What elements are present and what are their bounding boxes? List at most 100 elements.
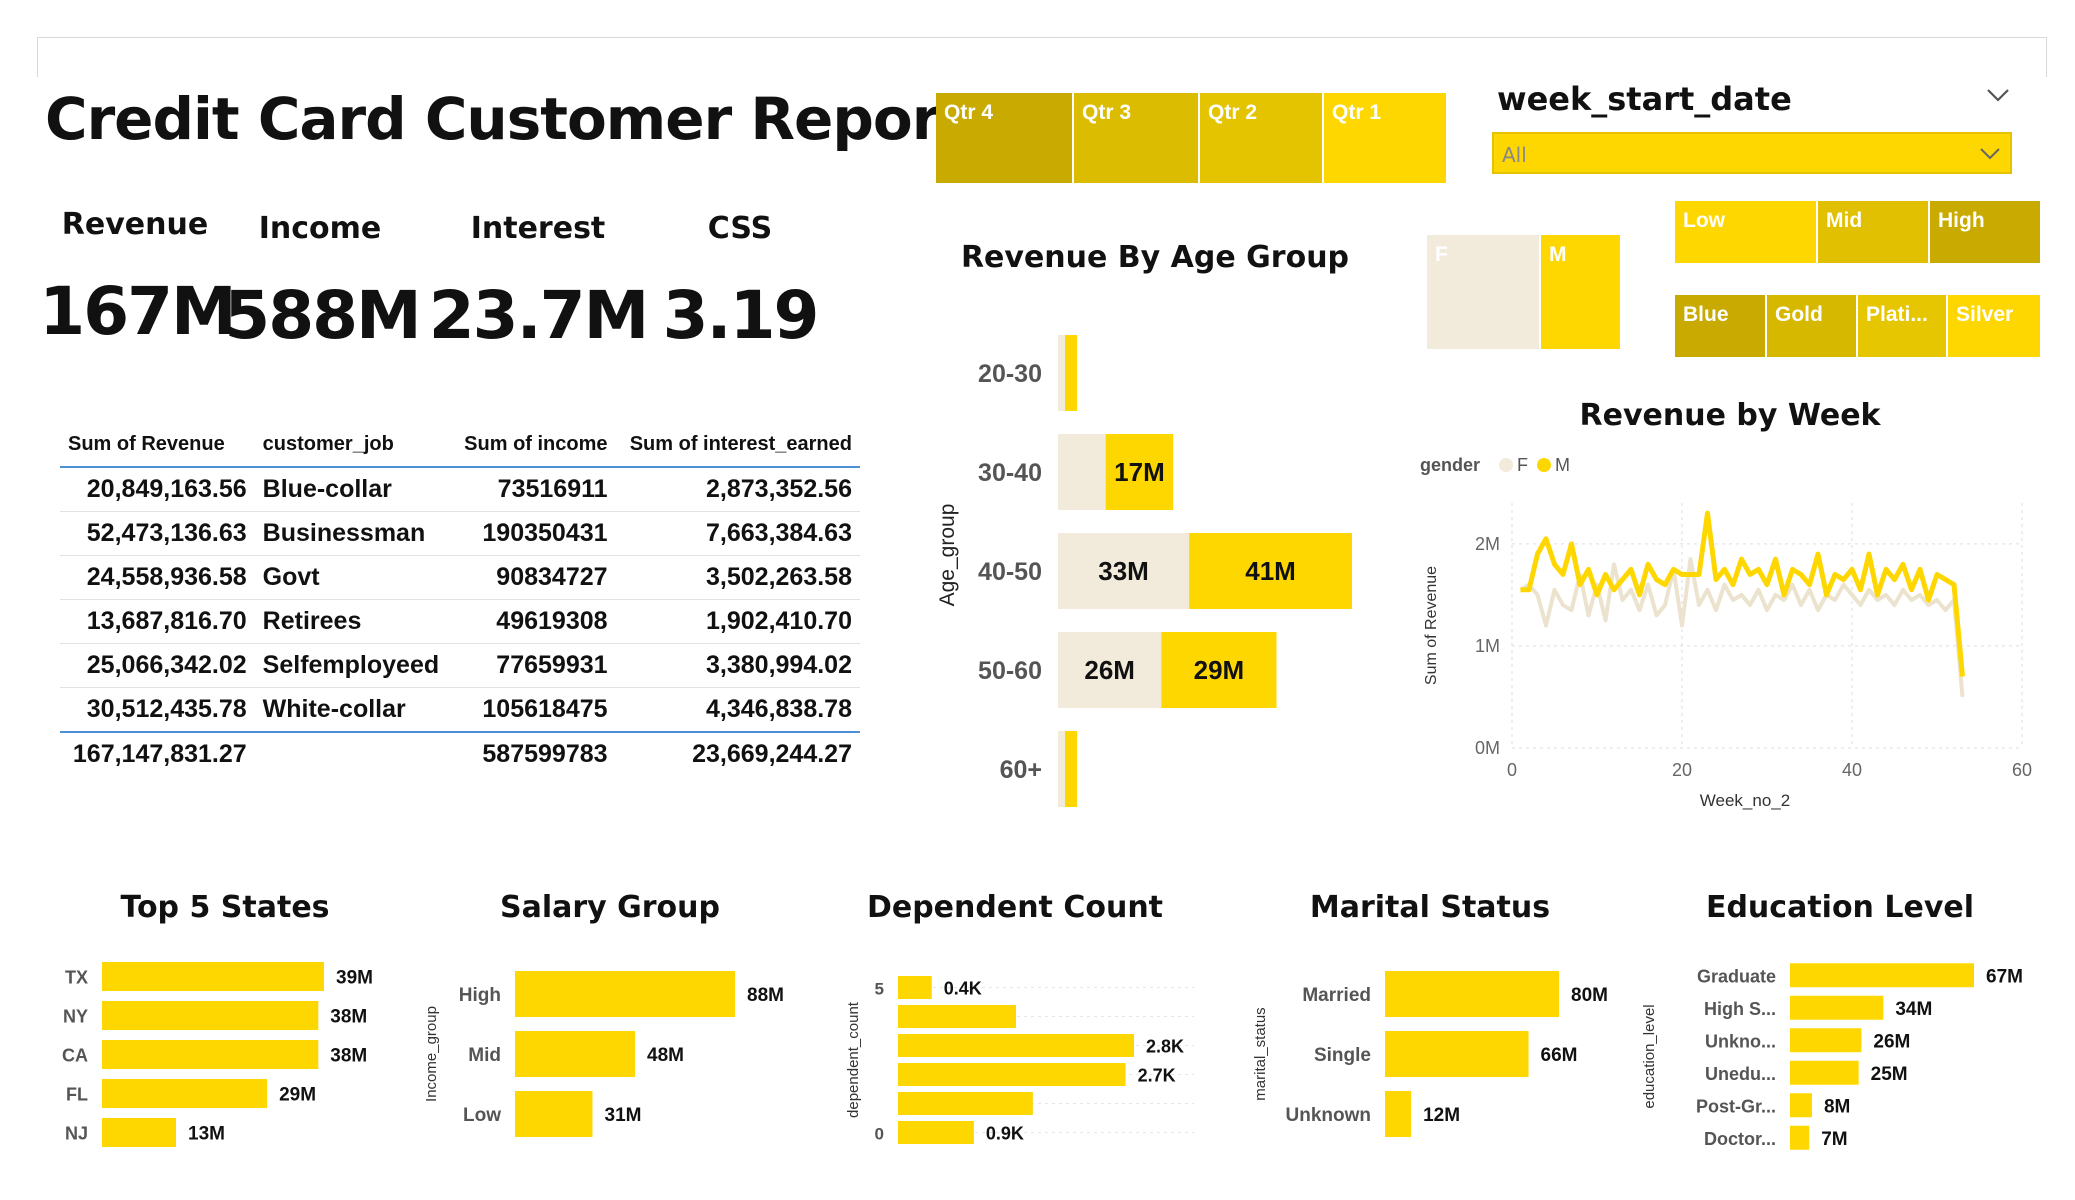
chevron-down-icon[interactable] <box>1985 86 2011 104</box>
age-bar-f <box>1058 434 1106 510</box>
category-tick-label: NJ <box>65 1124 88 1144</box>
bar-data-label: 34M <box>1895 999 1932 1020</box>
card-tile-gold[interactable]: Gold <box>1767 295 1856 357</box>
bar <box>898 1005 1016 1028</box>
table-cell: 73516911 <box>452 467 616 512</box>
week-slicer-value: All <box>1502 143 1527 167</box>
week-slicer-dropdown[interactable]: All <box>1492 132 2012 174</box>
table-cell: 7,663,384.63 <box>615 511 860 556</box>
chevron-down-icon[interactable] <box>1978 146 2002 162</box>
table-row[interactable]: 13,687,816.70 Retirees 49619308 1,902,41… <box>60 599 860 644</box>
table-cell: 52,473,136.63 <box>60 511 255 556</box>
table-cell: 2,873,352.56 <box>615 467 860 512</box>
age-data-label: 33M <box>1098 556 1149 586</box>
table-row[interactable]: 20,849,163.56 Blue-collar 73516911 2,873… <box>60 467 860 512</box>
age-group-chart: Age_group 20-30 30-40 17M 40-50 33M 41M 50-60 26… <box>936 335 1352 807</box>
bar-data-label: 38M <box>330 1046 367 1067</box>
bar <box>898 1034 1134 1057</box>
table-cell: 3,380,994.02 <box>615 643 860 688</box>
gender-tile-f[interactable]: F <box>1427 235 1539 349</box>
bar-data-label: 2.7K <box>1138 1066 1176 1086</box>
card-tile-platinum[interactable]: Plati... <box>1858 295 1946 357</box>
age-tick-label: 30-40 <box>978 459 1042 487</box>
quarter-tile-q3[interactable]: Qtr 3 <box>1074 93 1198 183</box>
report-frame-left <box>37 37 38 77</box>
age-data-label: 26M <box>1084 655 1135 685</box>
category-tick-label: Single <box>1314 1045 1371 1066</box>
bar-data-label: 31M <box>605 1105 642 1126</box>
bar <box>1790 1093 1812 1118</box>
table-row[interactable]: 24,558,936.58 Govt 90834727 3,502,263.58 <box>60 555 860 600</box>
category-tick-label: 5 <box>875 980 884 999</box>
column-header[interactable]: Sum of Revenue <box>60 425 255 468</box>
bar <box>1790 1028 1862 1053</box>
bar <box>1790 995 1884 1020</box>
quarter-tile-q2[interactable]: Qtr 2 <box>1200 93 1322 183</box>
category-tick-label: Unedu... <box>1705 1064 1776 1084</box>
table-cell: 190350431 <box>452 511 616 556</box>
kpi-css-label: CSS <box>707 211 773 246</box>
y-axis-label: dependent_count <box>845 1001 862 1118</box>
education-chart-title: Education Level <box>1705 890 1975 925</box>
kpi-interest-label: Interest <box>470 211 606 246</box>
age-tick-label: 40-50 <box>978 558 1042 586</box>
y-tick-label: 2M <box>1475 534 1500 554</box>
quarter-tile-q4[interactable]: Qtr 4 <box>936 93 1072 183</box>
table-cell: 3,502,263.58 <box>615 555 860 600</box>
bar-data-label: 26M <box>1873 1031 1910 1052</box>
report-frame-top <box>37 37 2047 38</box>
bar <box>102 1001 319 1030</box>
bar-data-label: 88M <box>747 985 784 1006</box>
marital-status-chart: marital_status Married 80M Single 66M Unknown… <box>1252 971 1608 1137</box>
category-tick-label: Doctor... <box>1704 1129 1776 1149</box>
card-tile-blue[interactable]: Blue <box>1675 295 1765 357</box>
bar <box>1385 1031 1529 1077</box>
bar-data-label: 2.8K <box>1146 1037 1184 1057</box>
top-states-chart: TX 39M NY 38M CA 38M FL 29M NJ 13M <box>62 962 373 1147</box>
table-row[interactable]: 52,473,136.63 Businessman 190350431 7,66… <box>60 511 860 556</box>
legend-label-m: M <box>1555 455 1570 475</box>
quarter-tile-q1[interactable]: Qtr 1 <box>1324 93 1446 183</box>
bar <box>898 1121 974 1144</box>
bar <box>1790 1125 1810 1150</box>
category-tick-label: TX <box>65 968 88 988</box>
card-tile-silver[interactable]: Silver <box>1948 295 2040 357</box>
kpi-income-value: 588M <box>224 277 421 354</box>
bar-data-label: 29M <box>279 1085 316 1106</box>
bar-data-label: 7M <box>1821 1129 1847 1150</box>
age-data-label: 41M <box>1245 556 1296 586</box>
income-tile-high[interactable]: High <box>1930 201 2040 263</box>
x-axis-label: Week_no_2 <box>1700 791 1790 810</box>
income-tile-low[interactable]: Low <box>1675 201 1816 263</box>
bar-data-label: 80M <box>1571 985 1608 1006</box>
table-row[interactable]: 30,512,435.78 White-collar 105618475 4,3… <box>60 687 860 733</box>
table-cell: 20,849,163.56 <box>60 467 255 512</box>
bar <box>1790 1060 1859 1085</box>
table-total-cell <box>254 731 453 776</box>
income-tile-mid[interactable]: Mid <box>1818 201 1928 263</box>
kpi-css-value: 3.19 <box>662 277 820 354</box>
age-data-label: 17M <box>1114 457 1165 487</box>
kpi-income-label: Income <box>258 211 382 246</box>
age-tick-label: 50-60 <box>978 657 1042 685</box>
column-header[interactable]: Sum of interest_earned <box>615 425 860 468</box>
table-row[interactable]: 25,066,342.02 Selfemployeed 77659931 3,3… <box>60 643 860 688</box>
salary-chart-title: Salary Group <box>499 890 721 925</box>
age-bar-f <box>1058 731 1065 807</box>
report-frame-right <box>2046 37 2047 77</box>
category-tick-label: Married <box>1302 985 1371 1006</box>
table-cell: 90834727 <box>452 555 616 600</box>
customer-job-table: Sum of Revenue customer_job Sum of incom… <box>60 425 860 776</box>
table-cell: 49619308 <box>452 599 616 644</box>
column-header[interactable]: customer_job <box>254 425 453 468</box>
bar <box>102 1040 319 1069</box>
category-tick-label: Unknown <box>1286 1105 1372 1126</box>
category-tick-label: CA <box>62 1046 88 1066</box>
bar-data-label: 66M <box>1541 1045 1578 1066</box>
bar <box>102 1118 176 1147</box>
table-total-row: 167,147,831.27 587599783 23,669,244.27 <box>60 731 860 776</box>
column-header[interactable]: Sum of income <box>452 425 616 468</box>
age-chart-title: Revenue By Age Group <box>960 240 1350 275</box>
x-tick-label: 0 <box>1507 760 1517 780</box>
gender-tile-m[interactable]: M <box>1541 235 1620 349</box>
